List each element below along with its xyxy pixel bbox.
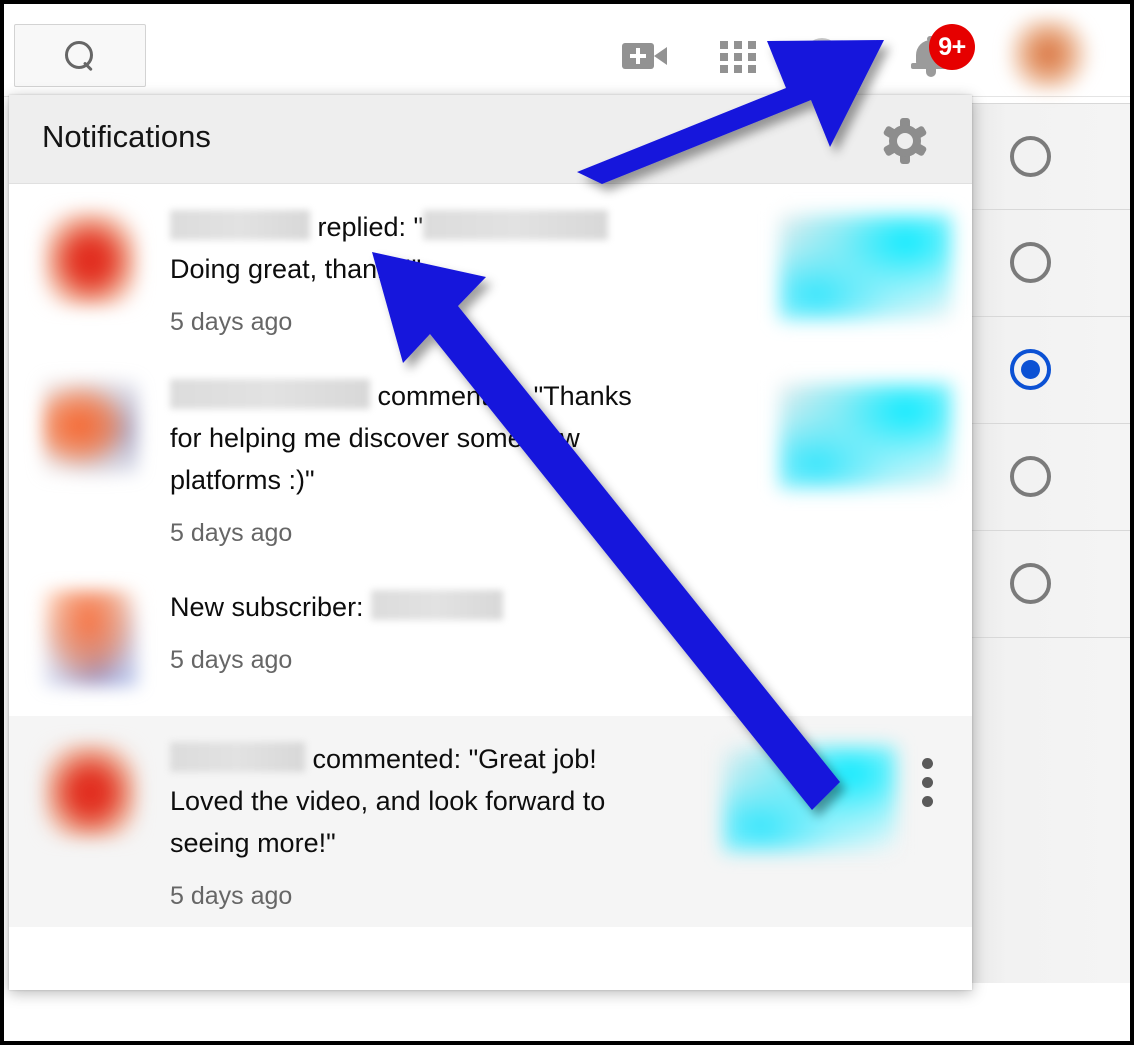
sidebar-row[interactable] <box>972 317 1130 424</box>
radio-button[interactable] <box>1010 242 1051 283</box>
video-thumbnail[interactable] <box>779 383 952 489</box>
redacted-username <box>423 210 609 240</box>
redacted-username <box>170 210 310 240</box>
frame-border-bottom <box>0 1041 1134 1045</box>
redacted-username <box>371 590 504 620</box>
menu-dot <box>922 777 933 788</box>
notification-body: commented: "Thanks for helping me discov… <box>170 371 759 548</box>
right-sidebar-radio-list <box>972 103 1130 983</box>
menu-dot <box>922 758 933 769</box>
notification-timestamp: 5 days ago <box>170 308 293 336</box>
redacted-username <box>170 379 370 409</box>
notification-text: commented: "Great job! Loved the video, … <box>170 738 670 864</box>
screenshot-root: 9+ Notifications replied: " Doing great,… <box>0 0 1134 1045</box>
more-vertical-icon[interactable] <box>908 756 952 816</box>
notification-count-badge: 9+ <box>929 24 975 70</box>
frame-border-top <box>0 0 1134 4</box>
notification-item[interactable]: commented: "Thanks for helping me discov… <box>9 353 972 564</box>
notification-item[interactable]: replied: " Doing great, thanks!" 5 days a… <box>9 184 972 353</box>
gear-icon[interactable] <box>882 118 928 164</box>
video-thumbnail[interactable] <box>779 214 952 320</box>
notification-item[interactable]: New subscriber: 5 days ago <box>9 564 972 716</box>
grid-dot <box>734 41 742 49</box>
avatar <box>42 590 139 687</box>
grid-dot <box>734 65 742 73</box>
notification-body: New subscriber: 5 days ago <box>170 582 759 700</box>
notification-text: replied: " Doing great, thanks!" <box>170 206 670 290</box>
avatar <box>42 742 139 839</box>
gear-hole <box>897 133 913 149</box>
grid-dot <box>720 65 728 73</box>
notification-timestamp: 5 days ago <box>170 519 293 547</box>
notifications-list: replied: " Doing great, thanks!" 5 days a… <box>9 184 972 990</box>
bell-clapper <box>926 69 936 77</box>
sidebar-row[interactable] <box>972 103 1130 210</box>
notification-item[interactable]: commented: "Great job! Loved the video, … <box>9 716 972 927</box>
avatar <box>42 379 139 476</box>
notification-message: replied: " <box>310 212 424 242</box>
page-title: Notifications <box>42 119 211 154</box>
radio-button[interactable] <box>1010 349 1051 390</box>
frame-border-left <box>0 0 4 1045</box>
frame-border-right <box>1130 0 1134 1045</box>
grid-dot <box>748 41 756 49</box>
camera-lens <box>654 47 667 65</box>
notification-body: commented: "Great job! Loved the video, … <box>170 734 703 911</box>
video-upload-icon[interactable] <box>622 39 672 73</box>
sidebar-row[interactable] <box>972 424 1130 531</box>
video-thumbnail[interactable] <box>723 746 896 852</box>
radio-button[interactable] <box>1010 456 1051 497</box>
plus-vertical <box>636 48 640 64</box>
redacted-username <box>170 742 305 772</box>
grid-dot <box>734 53 742 61</box>
notification-message: New subscriber: <box>170 592 372 622</box>
avatar <box>42 210 139 307</box>
notifications-panel: Notifications replied: " Doing great, th… <box>9 95 972 990</box>
radio-button[interactable] <box>1010 136 1051 177</box>
notification-message: Doing great, thanks!" <box>170 254 422 284</box>
notification-body: replied: " Doing great, thanks!" 5 days a… <box>170 202 759 337</box>
menu-dot <box>922 796 933 807</box>
notification-text: commented: "Thanks for helping me discov… <box>170 375 670 501</box>
radio-button[interactable] <box>1010 563 1051 604</box>
account-avatar[interactable] <box>1007 16 1093 92</box>
grid-dot <box>748 65 756 73</box>
grid-dot <box>720 41 728 49</box>
sidebar-row[interactable] <box>972 210 1130 317</box>
notifications-panel-header: Notifications <box>9 95 972 184</box>
sidebar-row[interactable] <box>972 531 1130 638</box>
notification-timestamp: 5 days ago <box>170 882 293 910</box>
masthead-top-bar: 9+ <box>4 4 1130 97</box>
apps-grid-icon[interactable] <box>720 41 764 73</box>
messages-icon[interactable] <box>804 38 840 74</box>
search-icon <box>65 40 95 71</box>
grid-dot <box>720 53 728 61</box>
notification-timestamp: 5 days ago <box>170 646 293 674</box>
search-button[interactable] <box>14 24 146 87</box>
notification-text: New subscriber: <box>170 586 670 628</box>
grid-dot <box>748 53 756 61</box>
